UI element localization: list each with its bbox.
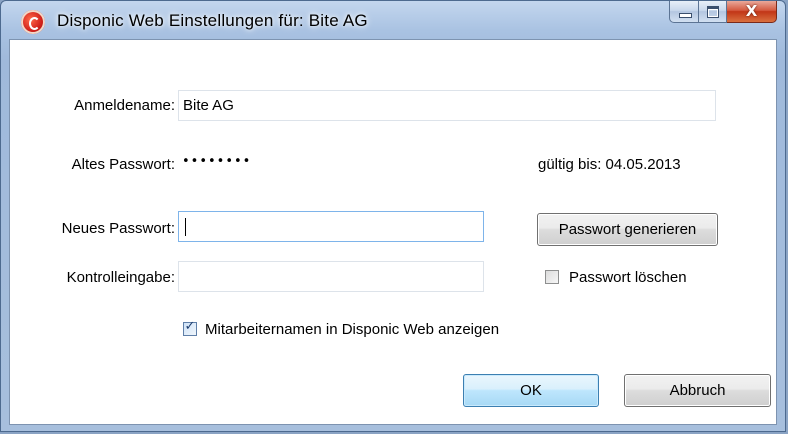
old-password-label: Altes Passwort: — [71, 156, 175, 173]
minimize-icon — [679, 13, 692, 18]
dialog-content: Anmeldename: Bite AG Altes Passwort: •••… — [9, 39, 777, 425]
settings-dialog-window: Disponic Web Einstellungen für: Bite AG … — [0, 0, 786, 432]
cancel-button[interactable]: Abbruch — [624, 374, 771, 407]
confirm-password-label: Kontrolleingabe: — [66, 269, 175, 286]
login-name-label: Anmeldename: — [74, 97, 175, 114]
ok-button[interactable]: OK — [463, 374, 599, 407]
delete-password-label[interactable]: Passwort löschen — [569, 269, 687, 286]
new-password-input[interactable] — [178, 211, 484, 242]
delete-password-checkbox[interactable] — [545, 270, 559, 284]
window-title: Disponic Web Einstellungen für: Bite AG — [57, 11, 368, 30]
close-button[interactable]: X — [727, 1, 777, 23]
maximize-button[interactable] — [699, 1, 727, 23]
new-password-label: Neues Passwort: — [61, 220, 175, 237]
disponic-app-icon — [21, 10, 45, 34]
checkmark-icon: ✓ — [184, 319, 196, 334]
show-employee-names-checkbox[interactable]: ✓ — [183, 319, 197, 336]
title-bar[interactable]: Disponic Web Einstellungen für: Bite AG … — [1, 1, 787, 39]
minimize-button[interactable] — [669, 1, 699, 23]
text-caret — [185, 218, 186, 236]
caption-buttons: X — [669, 1, 777, 25]
confirm-password-input[interactable] — [178, 261, 484, 292]
valid-until-text: gültig bis: 04.05.2013 — [538, 156, 681, 173]
show-employee-names-label[interactable]: Mitarbeiternamen in Disponic Web anzeige… — [205, 321, 499, 338]
maximize-icon — [707, 6, 719, 18]
login-name-input[interactable]: Bite AG — [178, 90, 716, 121]
old-password-field: •••••••• — [178, 147, 484, 178]
close-icon: X — [745, 2, 758, 20]
generate-password-button[interactable]: Passwort generieren — [537, 213, 718, 246]
